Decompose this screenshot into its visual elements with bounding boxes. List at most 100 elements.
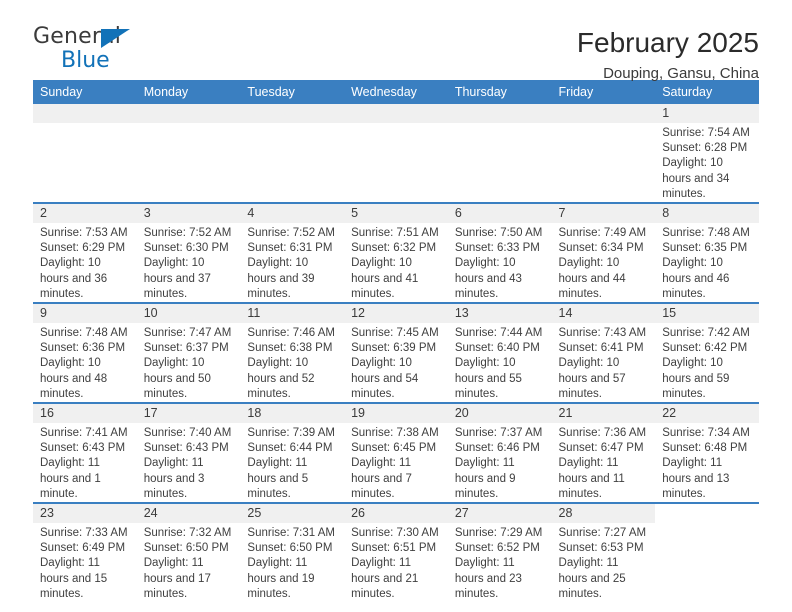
daylight-duration: Daylight: 10 hours and 57 minutes. [558, 357, 626, 400]
calendar-day-cell[interactable]: 1 Sunrise: 7:54 AM Sunset: 6:28 PM Daylight… [655, 104, 759, 204]
day-number: 12 [344, 304, 448, 324]
daylight-duration: Daylight: 11 hours and 5 minutes. [247, 457, 309, 500]
day-number: 20 [447, 404, 552, 424]
calendar-day-cell[interactable]: 17 Sunrise: 7:40 AM Sunset: 6:43 PM Dayligh… [136, 402, 241, 504]
logo-triangle-icon [101, 29, 130, 48]
daylight-duration: Daylight: 10 hours and 34 minutes. [662, 157, 730, 200]
daylight-duration: Daylight: 10 hours and 59 minutes. [662, 357, 730, 400]
daylight-duration: Daylight: 11 hours and 17 minutes. [143, 557, 211, 600]
day-number: 23 [33, 504, 137, 524]
sunset-time: Sunset: 6:38 PM [247, 342, 333, 355]
sunrise-time: Sunrise: 7:53 AM [40, 227, 128, 240]
sunset-time: Sunset: 6:44 PM [247, 442, 333, 455]
sunset-time: Sunset: 6:37 PM [143, 342, 229, 355]
day-sun-info: Sunrise: 7:32 AM Sunset: 6:50 PM Daylight:… [137, 523, 241, 602]
daylight-duration: Daylight: 11 hours and 15 minutes. [40, 557, 108, 600]
day-number: 6 [447, 204, 552, 224]
calendar-day-cell[interactable]: 11 Sunrise: 7:46 AM Sunset: 6:38 PM Dayligh… [240, 302, 345, 404]
daylight-duration: Daylight: 11 hours and 13 minutes. [662, 457, 730, 500]
day-sun-info: Sunrise: 7:52 AM Sunset: 6:30 PM Daylight:… [137, 223, 241, 302]
sunrise-time: Sunrise: 7:45 AM [351, 327, 439, 340]
calendar-day-cell[interactable]: 28 Sunrise: 7:27 AM Sunset: 6:53 PM Dayligh… [551, 502, 656, 603]
calendar-day-cell[interactable]: 18 Sunrise: 7:39 AM Sunset: 6:44 PM Dayligh… [240, 402, 345, 504]
logo-text-blue: Blue [61, 48, 110, 73]
calendar-week-row: 2 Sunrise: 7:53 AM Sunset: 6:29 PM Daylight… [33, 202, 759, 304]
day-sun-info: Sunrise: 7:48 AM Sunset: 6:35 PM Daylight:… [655, 223, 759, 302]
daylight-duration: Daylight: 10 hours and 50 minutes. [143, 357, 211, 400]
calendar-day-cell[interactable]: 8 Sunrise: 7:48 AM Sunset: 6:35 PM Daylight… [655, 202, 759, 304]
sunset-time: Sunset: 6:49 PM [40, 542, 126, 555]
calendar-page: General Blue February 2025 Douping, Gans… [0, 0, 792, 612]
calendar-week-row: 9 Sunrise: 7:48 AM Sunset: 6:36 PM Daylight… [33, 302, 759, 404]
calendar-day-cell[interactable]: 24 Sunrise: 7:32 AM Sunset: 6:50 PM Dayligh… [136, 502, 241, 603]
calendar-day-cell[interactable]: 7 Sunrise: 7:49 AM Sunset: 6:34 PM Daylight… [551, 202, 656, 304]
day-number: 14 [551, 304, 656, 324]
calendar-day-cell[interactable]: 22 Sunrise: 7:34 AM Sunset: 6:48 PM Dayligh… [655, 402, 759, 504]
weekday-header-thursday: Thursday [447, 80, 552, 104]
calendar-day-cell[interactable]: 16 Sunrise: 7:41 AM Sunset: 6:43 PM Dayligh… [33, 402, 137, 504]
daylight-duration: Daylight: 10 hours and 41 minutes. [351, 257, 419, 300]
calendar-empty-cell [344, 104, 448, 204]
calendar-week-row: 23 Sunrise: 7:33 AM Sunset: 6:49 PM Dayligh… [33, 502, 759, 603]
calendar-day-cell[interactable]: 13 Sunrise: 7:44 AM Sunset: 6:40 PM Dayligh… [447, 302, 552, 404]
sunrise-time: Sunrise: 7:48 AM [40, 327, 128, 340]
day-number: 3 [136, 204, 241, 224]
calendar-day-cell[interactable]: 5 Sunrise: 7:51 AM Sunset: 6:32 PM Daylight… [344, 202, 448, 304]
day-number: 13 [447, 304, 552, 324]
calendar-day-cell[interactable]: 27 Sunrise: 7:29 AM Sunset: 6:52 PM Dayligh… [447, 502, 552, 603]
sunrise-time: Sunrise: 7:33 AM [40, 527, 128, 540]
calendar-empty-cell [551, 104, 656, 204]
day-number [33, 104, 137, 123]
calendar-day-cell[interactable]: 3 Sunrise: 7:52 AM Sunset: 6:30 PM Daylight… [136, 202, 241, 304]
sunset-time: Sunset: 6:46 PM [454, 442, 540, 455]
day-sun-info: Sunrise: 7:48 AM Sunset: 6:36 PM Daylight:… [33, 323, 137, 402]
calendar-day-cell[interactable]: 19 Sunrise: 7:38 AM Sunset: 6:45 PM Dayligh… [344, 402, 448, 504]
day-number: 24 [136, 504, 241, 524]
day-number: 8 [655, 204, 759, 224]
day-sun-info: Sunrise: 7:37 AM Sunset: 6:46 PM Daylight:… [448, 423, 552, 502]
calendar-day-cell[interactable]: 4 Sunrise: 7:52 AM Sunset: 6:31 PM Daylight… [240, 202, 345, 304]
calendar-day-cell[interactable]: 25 Sunrise: 7:31 AM Sunset: 6:50 PM Dayligh… [240, 502, 345, 603]
sunset-time: Sunset: 6:50 PM [247, 542, 333, 555]
calendar-day-cell[interactable]: 20 Sunrise: 7:37 AM Sunset: 6:46 PM Dayligh… [447, 402, 552, 504]
day-sun-info: Sunrise: 7:30 AM Sunset: 6:51 PM Daylight:… [344, 523, 448, 602]
calendar-day-cell[interactable]: 23 Sunrise: 7:33 AM Sunset: 6:49 PM Dayligh… [33, 502, 137, 603]
daylight-duration: Daylight: 11 hours and 21 minutes. [351, 557, 419, 600]
day-sun-info: Sunrise: 7:36 AM Sunset: 6:47 PM Daylight:… [552, 423, 656, 502]
day-number: 25 [240, 504, 345, 524]
calendar-day-cell[interactable]: 21 Sunrise: 7:36 AM Sunset: 6:47 PM Dayligh… [551, 402, 656, 504]
daylight-duration: Daylight: 11 hours and 9 minutes. [454, 457, 516, 500]
sunrise-time: Sunrise: 7:30 AM [351, 527, 439, 540]
page-title: February 2025 [576, 27, 759, 58]
day-number: 7 [551, 204, 656, 224]
sunrise-time: Sunrise: 7:37 AM [454, 427, 543, 440]
calendar-day-cell[interactable]: 15 Sunrise: 7:42 AM Sunset: 6:42 PM Dayligh… [655, 302, 759, 404]
day-number [240, 104, 345, 123]
sunrise-time: Sunrise: 7:44 AM [454, 327, 543, 340]
sunset-time: Sunset: 6:45 PM [351, 442, 437, 455]
calendar-day-cell[interactable]: 6 Sunrise: 7:50 AM Sunset: 6:33 PM Daylight… [447, 202, 552, 304]
day-number [344, 104, 448, 123]
day-sun-info: Sunrise: 7:38 AM Sunset: 6:45 PM Daylight:… [344, 423, 448, 502]
day-number: 10 [136, 304, 241, 324]
calendar-day-cell[interactable]: 9 Sunrise: 7:48 AM Sunset: 6:36 PM Daylight… [33, 302, 137, 404]
day-number: 4 [240, 204, 345, 224]
sunset-time: Sunset: 6:34 PM [558, 242, 644, 255]
sunset-time: Sunset: 6:41 PM [558, 342, 644, 355]
weekday-header-sunday: Sunday [33, 80, 137, 104]
sunset-time: Sunset: 6:42 PM [662, 342, 748, 355]
sunrise-time: Sunrise: 7:36 AM [558, 427, 647, 440]
day-number: 19 [344, 404, 448, 424]
calendar-day-cell[interactable]: 14 Sunrise: 7:43 AM Sunset: 6:41 PM Dayligh… [551, 302, 656, 404]
calendar-day-cell[interactable]: 10 Sunrise: 7:47 AM Sunset: 6:37 PM Dayligh… [136, 302, 241, 404]
daylight-duration: Daylight: 10 hours and 54 minutes. [351, 357, 419, 400]
weekday-header-wednesday: Wednesday [344, 80, 448, 104]
day-number: 16 [33, 404, 137, 424]
calendar-body: 1 Sunrise: 7:54 AM Sunset: 6:28 PM Daylight… [33, 104, 759, 603]
calendar-day-cell[interactable]: 12 Sunrise: 7:45 AM Sunset: 6:39 PM Dayligh… [344, 302, 448, 404]
calendar-day-cell[interactable]: 2 Sunrise: 7:53 AM Sunset: 6:29 PM Daylight… [33, 202, 137, 304]
calendar-empty-cell [447, 104, 552, 204]
calendar-day-cell[interactable]: 26 Sunrise: 7:30 AM Sunset: 6:51 PM Dayligh… [344, 502, 448, 603]
daylight-duration: Daylight: 10 hours and 48 minutes. [40, 357, 108, 400]
day-sun-info: Sunrise: 7:45 AM Sunset: 6:39 PM Daylight:… [344, 323, 448, 402]
